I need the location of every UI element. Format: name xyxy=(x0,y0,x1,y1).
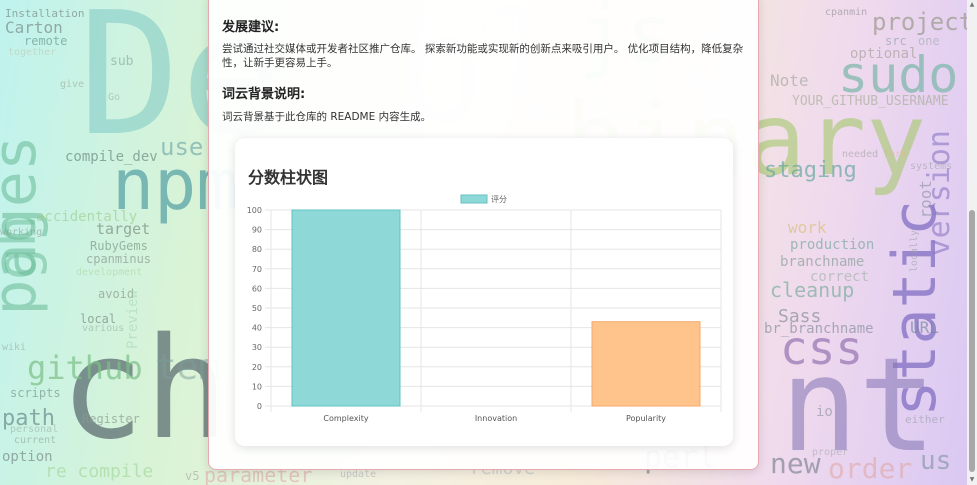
wordcloud-word: root xyxy=(916,180,935,219)
y-tick-label: 10 xyxy=(252,382,262,391)
wordcloud-heading: 词云背景说明: xyxy=(222,87,306,102)
wordcloud-word: ch xyxy=(60,308,229,471)
wordcloud-word: github xyxy=(27,349,143,387)
wordcloud-word: new xyxy=(770,447,821,480)
y-tick-label: 50 xyxy=(252,304,262,313)
wordcloud-word: Note xyxy=(770,71,809,90)
scroll-up-icon[interactable]: ▲ xyxy=(967,0,977,10)
wordcloud-word: production xyxy=(790,237,875,253)
wordcloud-word: correct xyxy=(810,269,870,285)
wordcloud-word: css xyxy=(780,321,864,375)
wordcloud-word: proper xyxy=(812,447,849,458)
y-tick-label: 30 xyxy=(252,343,262,352)
wordcloud-word: local xyxy=(80,312,117,326)
wordcloud-word: pages xyxy=(0,135,50,316)
wordcloud-word: target xyxy=(96,220,151,238)
wordcloud-word: either xyxy=(905,413,945,426)
y-tick-label: 60 xyxy=(252,284,262,293)
y-tick-label: 0 xyxy=(257,402,262,411)
wordcloud-word: v5 xyxy=(185,469,200,483)
wordcloud-word: Preview xyxy=(125,290,141,350)
wordcloud-word: remote xyxy=(24,34,68,48)
wordcloud-word: give xyxy=(60,79,85,90)
wordcloud-word: order xyxy=(828,452,913,485)
wordcloud-word: avoid xyxy=(98,287,135,301)
x-tick-label: Popularity xyxy=(626,414,666,423)
wordcloud-word: one xyxy=(918,34,940,48)
wordcloud-word: RubyGems xyxy=(90,239,148,253)
wordcloud-word: us xyxy=(920,446,952,476)
bar xyxy=(291,209,401,407)
y-tick-label: 40 xyxy=(252,324,262,333)
wordcloud-word: cleanup xyxy=(770,278,855,302)
wordcloud-word: systems xyxy=(910,161,953,172)
y-tick-label: 100 xyxy=(247,206,262,215)
wordcloud-word: io xyxy=(816,404,833,420)
legend-label: 评分 xyxy=(491,195,507,204)
x-tick-label: Innovation xyxy=(475,414,517,423)
wordcloud-word: personal xyxy=(10,424,59,435)
chart-card: 分数柱状图 0 10 20 30 40 50 60 70 80 90 100 Complexity In… xyxy=(235,138,733,446)
score-bar-chart: 0 10 20 30 40 50 60 70 80 90 100 Complexity Innovati… xyxy=(247,194,722,423)
wordcloud-word: compile_dev xyxy=(65,149,158,165)
wordcloud-word: scripts xyxy=(10,386,61,400)
wordcloud-word: Installation xyxy=(5,7,85,20)
wordcloud-word: Carton xyxy=(5,18,63,37)
wordcloud-word: needed xyxy=(842,149,879,160)
wordcloud-word: fork xyxy=(883,149,908,160)
content-panel: 发展建议: 尝试通过社交媒体或开发者社区推广仓库。 探索新功能或实现新的创新点来… xyxy=(208,0,759,470)
wordcloud-word: work xyxy=(788,218,827,237)
wordcloud-word: branchname xyxy=(780,254,865,270)
wordcloud-word: nt xyxy=(780,329,937,481)
wordcloud-word: development xyxy=(76,267,143,278)
wordcloud-word: update xyxy=(340,469,377,480)
wordcloud-word: re compile xyxy=(45,461,154,482)
wordcloud-word: cpanmin xyxy=(825,7,868,18)
bar xyxy=(591,321,701,407)
wordcloud-word: Sass xyxy=(778,306,822,327)
wordcloud-word: staging xyxy=(764,158,857,183)
x-tick-label: Complexity xyxy=(323,414,368,423)
wordcloud-word: Register xyxy=(82,412,140,426)
wordcloud-word: sudo xyxy=(838,46,959,104)
wordcloud-word: use xyxy=(160,133,204,161)
wordcloud-word: Go xyxy=(108,92,121,103)
wordcloud-word: current xyxy=(14,435,57,446)
wordcloud-word: together xyxy=(8,47,57,58)
y-tick-label: 20 xyxy=(252,363,262,372)
wordcloud-word: wiki xyxy=(2,342,27,353)
wordcloud-word: static xyxy=(880,200,950,417)
wordcloud-word: locally xyxy=(909,230,920,273)
wordcloud-word: URL xyxy=(910,318,939,337)
wordcloud-word: version xyxy=(922,130,957,257)
wordcloud-word: project xyxy=(872,8,974,36)
wordcloud-text: 词云背景基于此仓库的 README 内容生成。 xyxy=(222,111,432,123)
y-tick-label: 70 xyxy=(252,265,262,274)
wordcloud-word: gh xyxy=(0,215,48,281)
wordcloud-word: option xyxy=(2,449,53,465)
vertical-scrollbar[interactable]: ▲ ▼ xyxy=(967,0,977,485)
scroll-down-icon[interactable]: ▼ xyxy=(967,475,977,485)
legend-swatch xyxy=(460,194,488,204)
wordcloud-word: sub xyxy=(110,54,134,69)
scrollbar-thumb[interactable] xyxy=(969,210,975,472)
wordcloud-word: path xyxy=(2,406,55,431)
y-tick-label: 80 xyxy=(252,245,262,254)
y-tick-label: 90 xyxy=(252,226,262,235)
wordcloud-word: cpanminus xyxy=(86,252,152,266)
wordcloud-word: accidentally xyxy=(36,209,138,225)
wordcloud-word: optional xyxy=(850,46,918,62)
dev-suggestion-text: 尝试通过社交媒体或开发者社区推广仓库。 探索新功能或实现新的创新点来吸引用户。 … xyxy=(222,43,744,69)
dev-suggestion-heading: 发展建议: xyxy=(222,20,280,35)
wordcloud-word: br_branchname xyxy=(764,321,874,337)
wordcloud-word: YOUR_GITHUB_USERNAME xyxy=(792,94,949,109)
wordcloud-word: various xyxy=(82,323,125,334)
wordcloud-word: working xyxy=(0,227,43,238)
wordcloud-word: src xyxy=(885,34,907,48)
